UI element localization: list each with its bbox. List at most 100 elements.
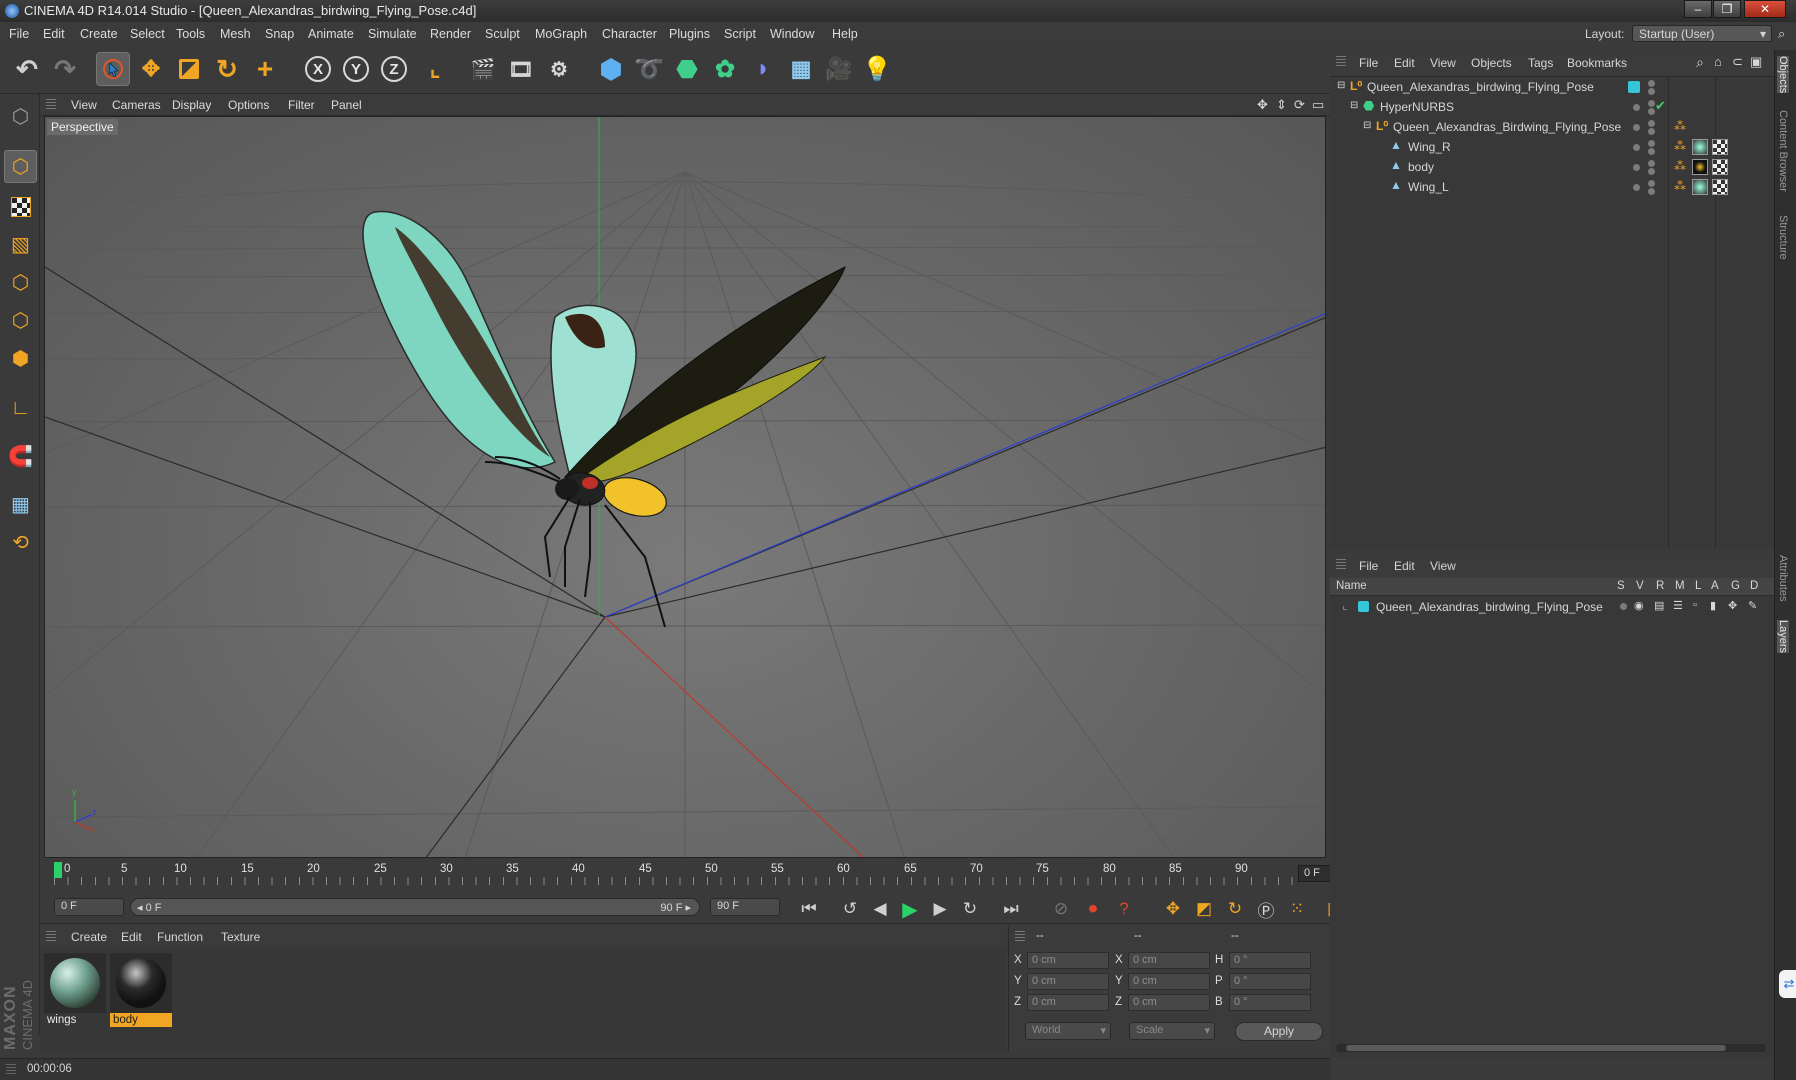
visibility-dot[interactable] xyxy=(1648,180,1655,187)
viewport-zoom-icon[interactable]: ⇕ xyxy=(1276,97,1287,113)
render-dot[interactable] xyxy=(1648,168,1655,175)
tree-row[interactable]: ▲ body ⁂ xyxy=(1330,157,1774,178)
menu-window[interactable]: Window xyxy=(770,27,814,41)
visible-eye-icon[interactable]: ◉ xyxy=(1634,599,1644,612)
menu-file[interactable]: File xyxy=(9,27,29,41)
collapse-icon[interactable]: ⊟ xyxy=(1350,100,1358,111)
rot-h-field[interactable]: 0 ° xyxy=(1229,952,1311,969)
column-deformers[interactable]: D xyxy=(1750,580,1758,592)
render-dot[interactable] xyxy=(1648,188,1655,195)
tree-row[interactable]: ⊟ ⬣ HyperNURBS ✔ xyxy=(1330,97,1774,118)
go-to-start-button[interactable]: ⏮ xyxy=(796,897,822,921)
menu-snap[interactable]: Snap xyxy=(265,27,294,41)
column-manager[interactable]: M xyxy=(1675,580,1685,592)
model-mode-button[interactable]: ⬡ xyxy=(4,150,37,183)
collapse-icon[interactable]: ⊟ xyxy=(1363,120,1371,131)
menu-mesh[interactable]: Mesh xyxy=(220,27,251,41)
column-visible[interactable]: V xyxy=(1636,580,1644,592)
next-key-button[interactable]: ↻ xyxy=(957,897,983,921)
search-icon[interactable]: ⌕ xyxy=(1778,26,1785,42)
teamviewer-icon[interactable]: ⇄ xyxy=(1779,970,1796,998)
uvw-tag-icon[interactable] xyxy=(1712,159,1728,175)
menu-mograph[interactable]: MoGraph xyxy=(535,27,587,41)
play-button[interactable]: ▶ xyxy=(897,897,923,921)
viewport-menu-filter[interactable]: Filter xyxy=(288,98,315,112)
axis-y-button[interactable]: Y xyxy=(343,56,369,82)
size-x-field[interactable]: 0 cm xyxy=(1128,952,1210,969)
layer-row[interactable]: ⌞ Queen_Alexandras_birdwing_Flying_Pose … xyxy=(1330,597,1774,618)
layer-color-swatch[interactable] xyxy=(1358,601,1369,612)
material-menu-function[interactable]: Function xyxy=(157,930,203,944)
live-selection-button[interactable]: + xyxy=(248,52,282,86)
visibility-dot[interactable] xyxy=(1648,160,1655,167)
column-generators[interactable]: G xyxy=(1731,580,1740,592)
viewport-menu-view[interactable]: View xyxy=(71,98,97,112)
link-icon[interactable]: ⊂ xyxy=(1732,54,1743,70)
size-mode-select[interactable]: Scale ▾ xyxy=(1129,1022,1215,1040)
redo-button[interactable]: ↷ xyxy=(48,52,82,86)
add-cube-button[interactable]: ⬢ xyxy=(594,52,628,86)
material-menu-edit[interactable]: Edit xyxy=(121,930,142,944)
object-menu-file[interactable]: File xyxy=(1359,56,1378,70)
axis-z-button[interactable]: Z xyxy=(381,56,407,82)
enabled-check-icon[interactable]: ✔ xyxy=(1655,98,1666,114)
coordinate-system-button[interactable]: ⌞ xyxy=(418,52,452,86)
polygon-mode-button[interactable]: ⬢ xyxy=(4,342,37,375)
render-view-button[interactable]: 🎬 xyxy=(466,52,500,86)
add-nurbs-button[interactable]: ⬣ xyxy=(670,52,704,86)
previous-frame-button[interactable]: ◀ xyxy=(867,897,893,921)
key-rotation-button[interactable]: ↻ xyxy=(1222,897,1248,921)
object-menu-edit[interactable]: Edit xyxy=(1394,56,1415,70)
scrollbar-thumb[interactable] xyxy=(1346,1045,1726,1051)
minimize-button[interactable]: – xyxy=(1684,0,1712,18)
menu-character[interactable]: Character xyxy=(602,27,657,41)
point-mode-button[interactable]: ⬡ xyxy=(4,266,37,299)
tab-structure[interactable]: Structure xyxy=(1777,215,1789,260)
material-body[interactable]: body xyxy=(110,953,172,1027)
material-menu-create[interactable]: Create xyxy=(71,930,107,944)
viewport-maximize-icon[interactable]: ▭ xyxy=(1312,97,1324,113)
make-editable-button[interactable]: ⬡ xyxy=(4,100,37,133)
column-name[interactable]: Name xyxy=(1336,580,1367,592)
lock-workplane-button[interactable]: ▦ xyxy=(4,488,37,521)
material-wings[interactable]: wings xyxy=(44,953,106,1027)
add-array-button[interactable]: ✿ xyxy=(708,52,742,86)
rotate-tool-button[interactable]: ↻ xyxy=(210,52,244,86)
drag-handle-icon[interactable] xyxy=(1336,56,1346,68)
visibility-dot[interactable] xyxy=(1633,184,1640,191)
add-deformer-button[interactable]: ◗ xyxy=(746,52,780,86)
next-frame-button[interactable]: ▶ xyxy=(927,897,953,921)
render-picture-viewer-button[interactable]: 🎞 xyxy=(504,52,538,86)
restore-button[interactable]: ❐ xyxy=(1713,0,1741,18)
menu-sculpt[interactable]: Sculpt xyxy=(485,27,520,41)
viewport-menu-cameras[interactable]: Cameras xyxy=(112,98,161,112)
phong-tag-icon[interactable]: ⁂ xyxy=(1674,119,1686,133)
visibility-dot[interactable] xyxy=(1648,140,1655,147)
undo-button[interactable]: ↶ xyxy=(10,52,44,86)
menu-create[interactable]: Create xyxy=(80,27,118,41)
visibility-dot[interactable] xyxy=(1648,80,1655,87)
uvw-tag-icon[interactable] xyxy=(1712,139,1728,155)
menu-tools[interactable]: Tools xyxy=(176,27,205,41)
material-tag-wings[interactable] xyxy=(1692,179,1708,195)
planar-workplane-button[interactable]: ⟲ xyxy=(4,526,37,559)
add-spline-button[interactable]: ➰ xyxy=(632,52,666,86)
layer-menu-file[interactable]: File xyxy=(1359,559,1378,573)
close-button[interactable]: ✕ xyxy=(1744,0,1786,18)
menu-select[interactable]: Select xyxy=(130,27,165,41)
menu-help[interactable]: Help xyxy=(832,27,858,41)
uvw-tag-icon[interactable] xyxy=(1712,179,1728,195)
visibility-dot[interactable] xyxy=(1648,120,1655,127)
rot-b-field[interactable]: 0 ° xyxy=(1229,994,1311,1011)
visibility-dot[interactable] xyxy=(1633,104,1640,111)
animation-icon[interactable]: ▮ xyxy=(1710,599,1716,612)
deformer-icon[interactable]: ✎ xyxy=(1748,599,1757,612)
visibility-dot[interactable] xyxy=(1633,124,1640,131)
add-camera-button[interactable]: 🎥 xyxy=(822,52,856,86)
rot-p-field[interactable]: 0 ° xyxy=(1229,973,1311,990)
maximize-icon[interactable]: ▣ xyxy=(1750,54,1762,70)
search-icon[interactable]: ⌕ xyxy=(1696,54,1704,71)
tree-row[interactable]: ▲ Wing_L ⁂ xyxy=(1330,177,1774,198)
coordinate-space-select[interactable]: World ▾ xyxy=(1025,1022,1111,1040)
edge-mode-button[interactable]: ⬡ xyxy=(4,304,37,337)
